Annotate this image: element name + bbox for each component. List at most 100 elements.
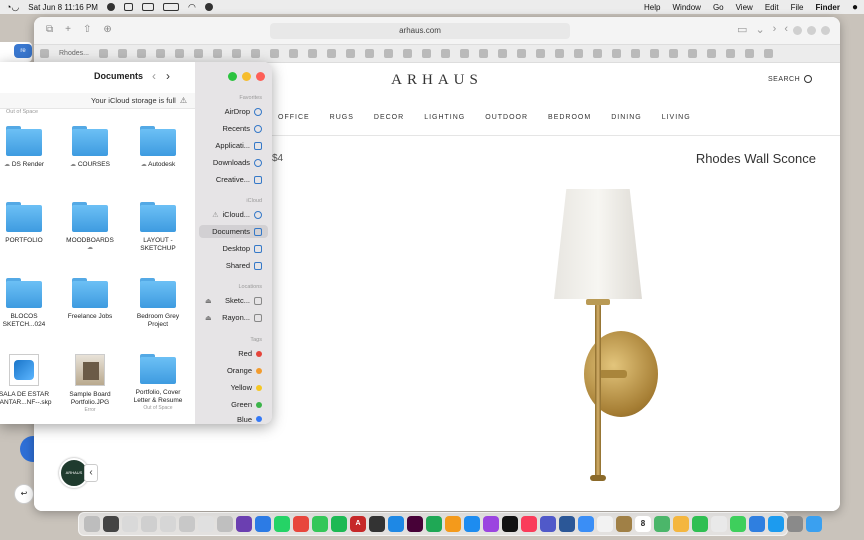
tab-favicon[interactable] (231, 49, 241, 58)
dock-launchpad-icon[interactable] (787, 516, 803, 532)
dock-finder-stack-icon[interactable] (616, 516, 632, 532)
tab-favicon[interactable] (611, 49, 621, 58)
dock-downloads-stack-icon[interactable] (103, 516, 119, 532)
sidebar-item-recents[interactable]: Recents (199, 122, 268, 135)
wifi-icon[interactable]: ◠ (188, 2, 196, 13)
tab-favicon[interactable] (269, 49, 279, 58)
sidebar-item-creative[interactable]: Creative... (199, 173, 268, 186)
forward-icon[interactable]: › (773, 23, 777, 36)
menu-view[interactable]: View (736, 3, 753, 12)
battery-icon[interactable] (162, 3, 179, 11)
sidebar-item-rayon-drive[interactable]: ⏏ Rayon... (199, 311, 268, 324)
tab-favicon[interactable] (288, 49, 298, 58)
back-icon[interactable]: ‹ (784, 23, 788, 36)
sidebar-toggle-icon[interactable]: ▭ (737, 23, 747, 36)
dock-pages-icon[interactable] (445, 516, 461, 532)
nav-rugs[interactable]: RUGS (330, 114, 354, 121)
storage-warning[interactable]: Your iCloud storage is full ⚠ (0, 93, 195, 109)
tab-favicon[interactable] (630, 49, 640, 58)
dock-autocad-icon[interactable]: A (350, 516, 366, 532)
share-icon[interactable]: ⇧ (83, 24, 91, 35)
bluetooth-icon[interactable] (123, 3, 133, 11)
product-image[interactable] (554, 189, 684, 489)
tab-favicon[interactable] (706, 49, 716, 58)
menu-help[interactable]: Help (644, 3, 660, 12)
sidebar-item-desktop[interactable]: Desktop (199, 242, 268, 255)
tab-favicon[interactable] (40, 49, 49, 58)
dock-spotify-icon[interactable] (331, 516, 347, 532)
dock-music-icon[interactable] (521, 516, 537, 532)
file-item-portfolio[interactable]: PORTFOLIO (0, 202, 55, 245)
nav-outdoor[interactable]: OUTDOOR (485, 114, 528, 121)
dock-finder-icon[interactable] (806, 516, 822, 532)
background-round-button[interactable]: ↩ (14, 484, 34, 504)
tab-favicon[interactable] (459, 49, 469, 58)
dock-facetime-video-icon[interactable] (692, 516, 708, 532)
dock-file-icon[interactable] (198, 516, 214, 532)
arc-icon[interactable]: ◔◡ (6, 2, 19, 13)
sidebar-tag-yellow[interactable]: Yellow (199, 381, 268, 394)
tab-favicon[interactable] (497, 49, 507, 58)
file-item-sample-board[interactable]: Sample Board Portfolio.JPG Error (59, 354, 121, 414)
dock-word-icon[interactable] (559, 516, 575, 532)
dock-tv-icon[interactable] (502, 516, 518, 532)
tab-favicon[interactable] (592, 49, 602, 58)
tab-favicon[interactable] (364, 49, 374, 58)
sidebar-item-downloads[interactable]: Downloads (199, 156, 268, 169)
dock-numbers-icon[interactable] (426, 516, 442, 532)
dock-file-icon[interactable] (217, 516, 233, 532)
dock-mail-badge-icon[interactable] (749, 516, 765, 532)
cloud-download-icon[interactable]: ☁ (59, 245, 121, 253)
file-item-layout-sketchup[interactable]: LAYOUT - SKETCHUP (127, 202, 189, 253)
zoom-button[interactable] (228, 72, 237, 81)
dock-sketchup-icon[interactable] (236, 516, 252, 532)
file-item-bedroom-grey[interactable]: Bedroom Grey Project (127, 278, 189, 329)
sidebar-item-sketch-drive[interactable]: ⏏ Sketc... (199, 294, 268, 307)
tab-favicon[interactable] (535, 49, 545, 58)
tab-favicon[interactable] (117, 49, 127, 58)
dock-file-icon[interactable] (122, 516, 138, 532)
eject-icon[interactable]: ⏏ (199, 314, 212, 322)
tab-overview-icon[interactable]: ⧉ (46, 24, 53, 35)
dock-notification-icon[interactable] (711, 516, 727, 532)
nav-dining[interactable]: DINING (611, 114, 642, 121)
dock-maps-icon[interactable] (654, 516, 670, 532)
file-item-moodboards[interactable]: MOODBOARDS ☁ (59, 202, 121, 253)
tab-favicon[interactable] (250, 49, 260, 58)
dock-chatgpt-icon[interactable] (369, 516, 385, 532)
display-icon[interactable] (141, 3, 154, 11)
dock-photos-icon[interactable] (673, 516, 689, 532)
nav-bedroom[interactable]: BEDROOM (548, 114, 591, 121)
dock-compass-icon[interactable] (255, 516, 271, 532)
tab-favicon[interactable] (155, 49, 165, 58)
cloud-download-icon[interactable]: ☁ (70, 162, 76, 168)
tab-favicon[interactable] (763, 49, 773, 58)
download-icon[interactable]: ⊕ (103, 24, 111, 35)
dock-appstore-icon[interactable] (388, 516, 404, 532)
tab-favicon[interactable] (573, 49, 583, 58)
dock-podcasts-icon[interactable] (483, 516, 499, 532)
tab-favicon[interactable] (326, 49, 336, 58)
dock-keynote-icon[interactable] (464, 516, 480, 532)
dock-mail-icon[interactable] (578, 516, 594, 532)
file-item-blocos[interactable]: BLOCOS SKETCH...024 (0, 278, 55, 329)
dock-file-icon[interactable] (141, 516, 157, 532)
tab-favicon[interactable] (687, 49, 697, 58)
tab-favicon[interactable] (174, 49, 184, 58)
dock-chrome-icon[interactable] (293, 516, 309, 532)
tab-favicon[interactable] (725, 49, 735, 58)
tab-favicon[interactable] (345, 49, 355, 58)
dock-file-icon[interactable] (179, 516, 195, 532)
menu-app-name[interactable]: Finder (816, 3, 840, 12)
collapse-chevron-icon[interactable]: ‹ (84, 464, 98, 482)
cloud-download-icon[interactable]: ☁ (4, 162, 10, 168)
minimize-button[interactable] (807, 26, 816, 35)
tab-rhodes[interactable]: Rhodes... (59, 50, 89, 57)
sidebar-tag-green[interactable]: Green (199, 398, 268, 411)
cloud-download-icon[interactable]: ☁ (141, 162, 147, 168)
tab-favicon[interactable] (440, 49, 450, 58)
tab-favicon[interactable] (383, 49, 393, 58)
file-item-ds-render[interactable]: ☁ DS Render (0, 126, 55, 170)
nav-lighting[interactable]: LIGHTING (424, 114, 465, 121)
nav-decor[interactable]: DECOR (374, 114, 404, 121)
